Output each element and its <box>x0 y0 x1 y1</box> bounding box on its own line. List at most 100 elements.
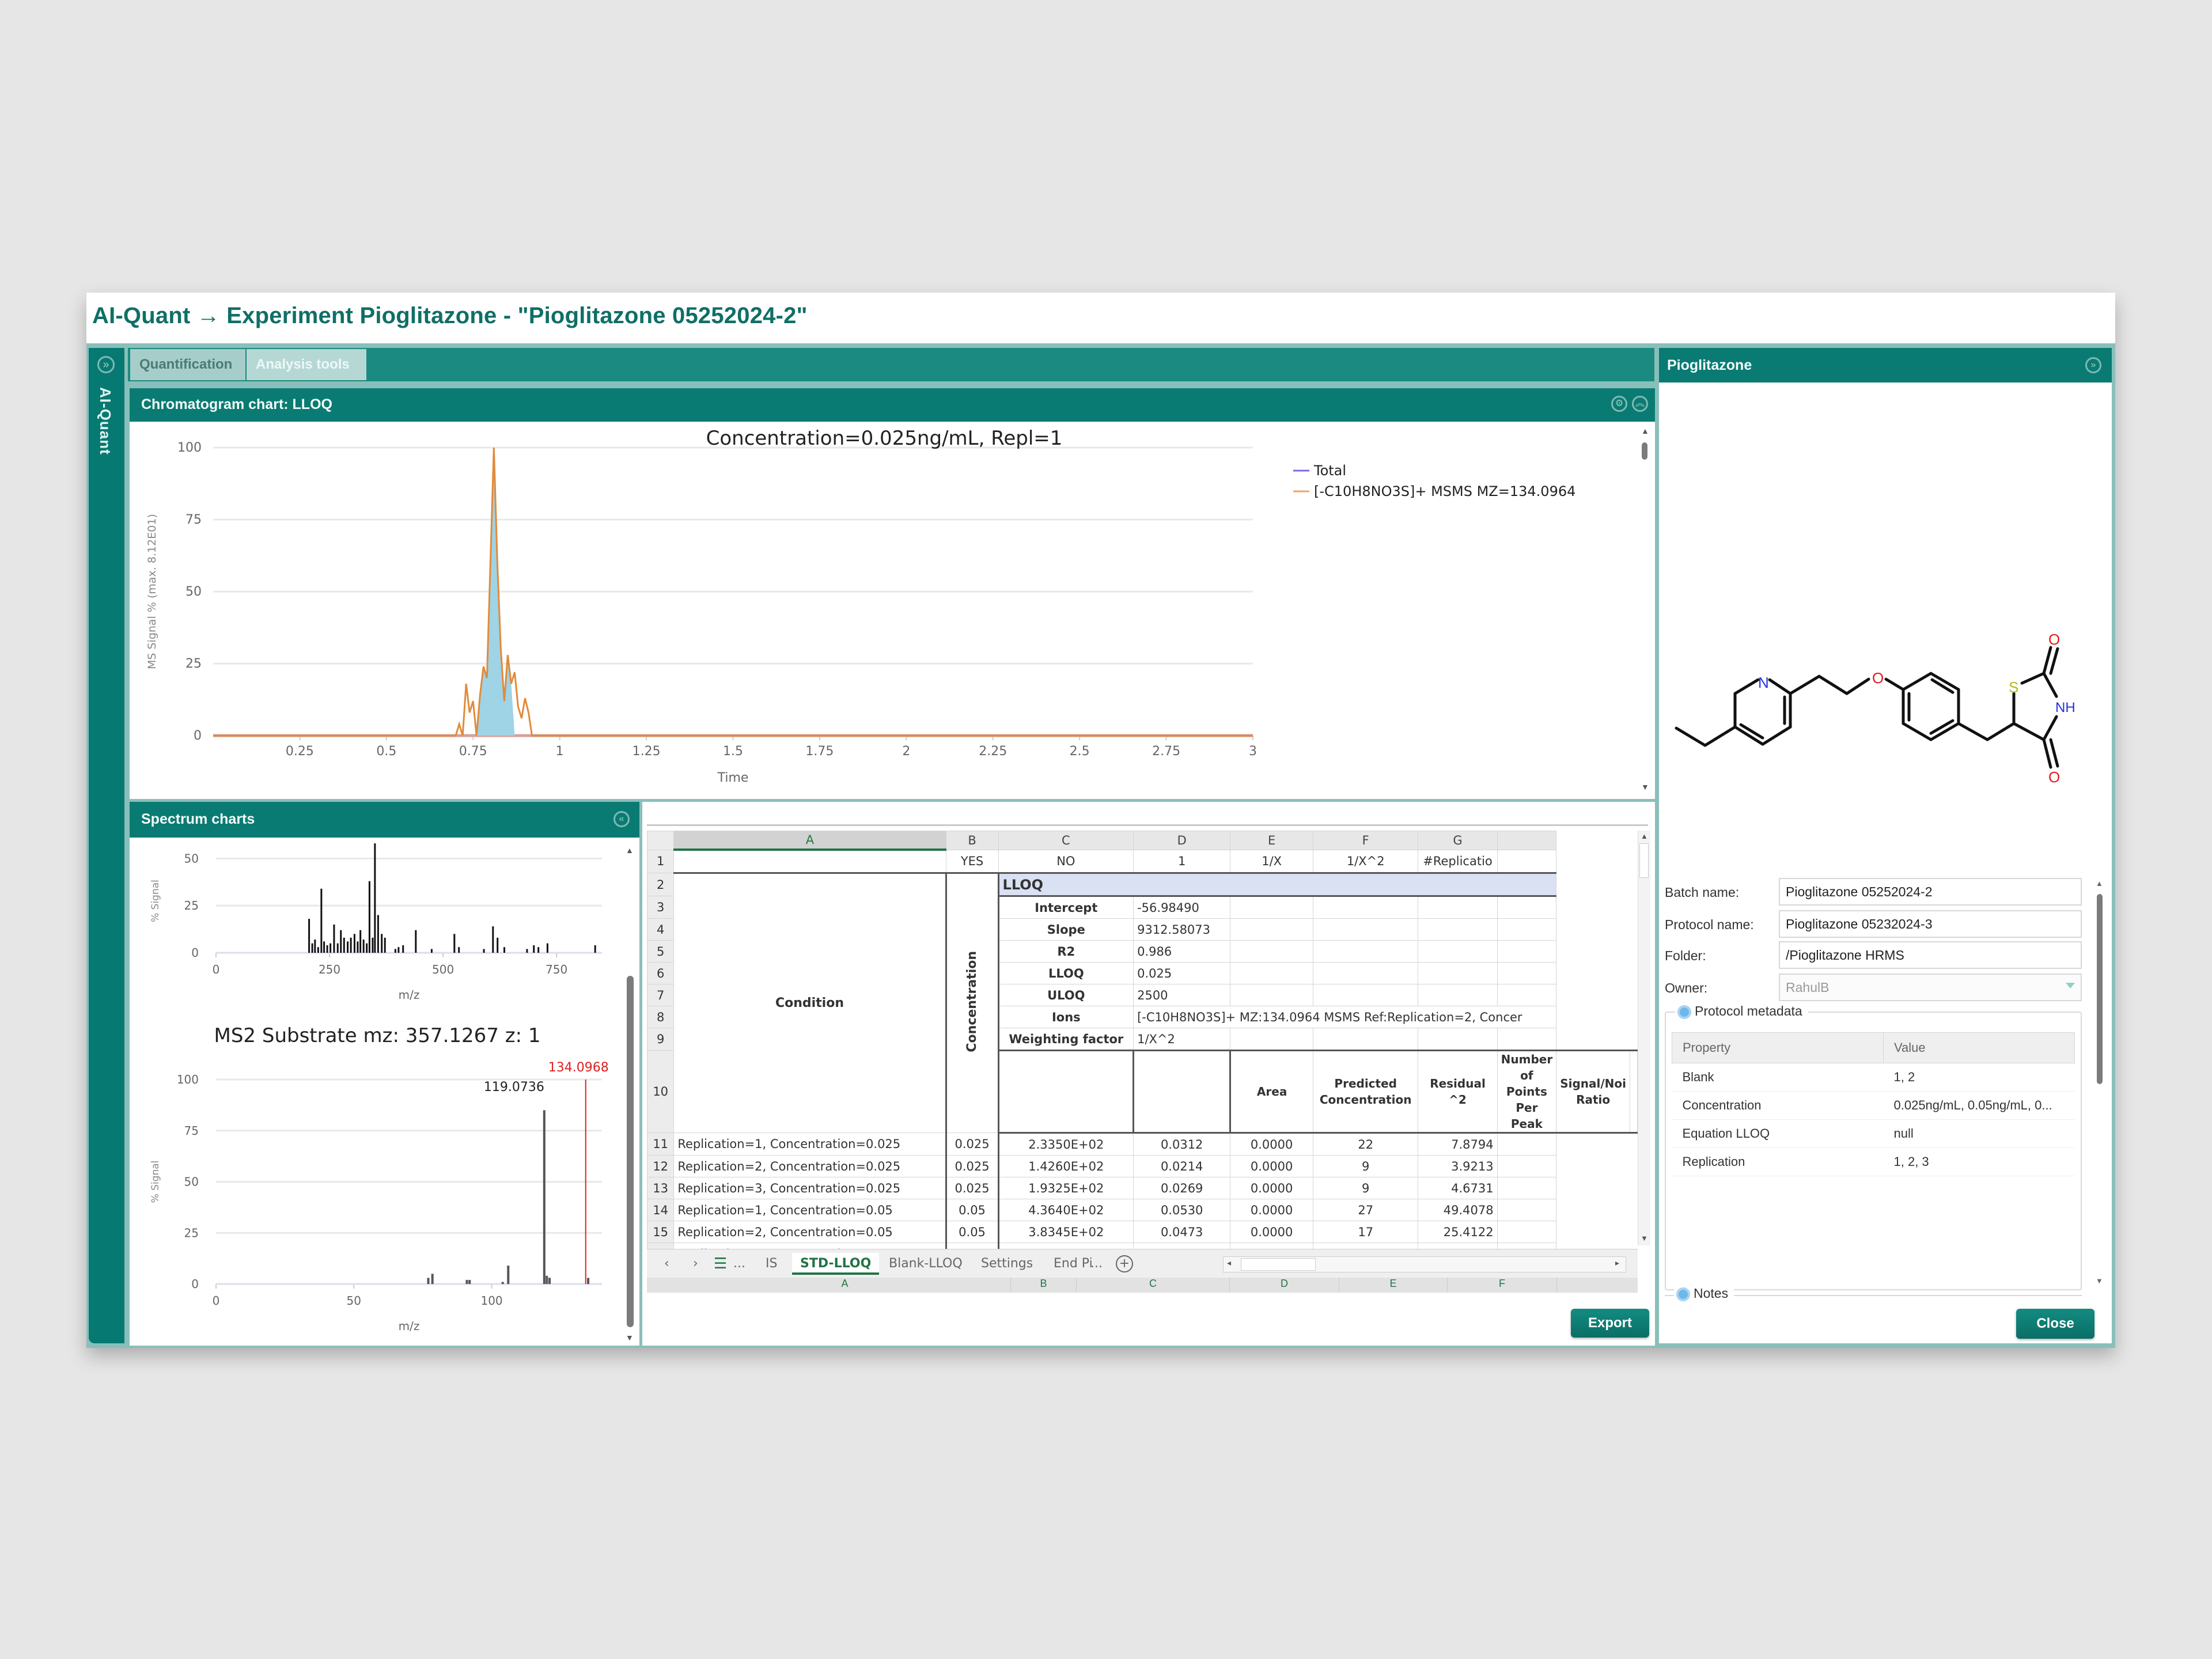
param-name-cell[interactable]: Slope <box>998 918 1134 941</box>
cell[interactable]: 1 <box>1133 849 1231 874</box>
condition-cell[interactable]: Replication=3, Concentration=0.025 <box>673 1177 947 1199</box>
metadata-col-property[interactable]: Property <box>1672 1032 1884 1063</box>
cell[interactable] <box>1418 962 1498 984</box>
export-button[interactable]: Export <box>1571 1309 1649 1338</box>
table-header-predicted[interactable]: Predicted Concentration <box>1312 1050 1419 1134</box>
points-cell[interactable]: 9 <box>1312 1155 1419 1177</box>
sidebar-label[interactable]: AI-Quant <box>93 387 120 502</box>
row-header[interactable]: 15 <box>646 1221 675 1243</box>
concentration-cell[interactable]: 0.05 <box>945 1221 999 1243</box>
param-value-cell[interactable]: [-C10H8NO3S]+ MZ:134.0964 MSMS Ref:Repli… <box>1133 1006 1557 1028</box>
cell[interactable]: 1/X^2 <box>1312 849 1419 874</box>
chevron-down-icon[interactable] <box>2066 983 2075 988</box>
cell[interactable] <box>1312 962 1419 984</box>
cell[interactable] <box>1630 1050 1638 1134</box>
folder-field[interactable]: /Pioglitazone HRMS <box>1779 941 2082 969</box>
concentration-cell[interactable]: 0.025 <box>945 1155 999 1177</box>
area-cell[interactable]: 2.3350E+02 <box>998 1132 1134 1156</box>
sheet-tab-is[interactable]: IS <box>766 1253 777 1275</box>
cell[interactable] <box>1312 984 1419 1006</box>
notes-toggle[interactable]: Notes <box>1674 1286 1734 1301</box>
residual-cell[interactable]: 0.0000 <box>1230 1155 1313 1177</box>
predicted-cell[interactable]: 0.0214 <box>1133 1155 1231 1177</box>
residual-cell[interactable]: 0.0000 <box>1230 1177 1313 1199</box>
gear-icon[interactable]: ⚙ <box>1611 396 1627 412</box>
metadata-row[interactable]: Equation LLOQ null <box>1672 1119 2075 1148</box>
sn-cell[interactable]: 49.4078 <box>1418 1199 1498 1221</box>
cell[interactable] <box>1312 940 1419 963</box>
sn-cell[interactable]: 4.6731 <box>1418 1177 1498 1199</box>
cell[interactable]: 1/X <box>1230 849 1313 874</box>
column-header[interactable]: G <box>1418 831 1498 850</box>
points-cell[interactable]: 17 <box>1312 1221 1419 1243</box>
spreadsheet-grid[interactable]: A B C D E F G 1 YES NO 1 1/X 1/X^2 #Replicatio 2 Condit… <box>646 831 1638 1287</box>
close-button[interactable]: Close <box>2016 1309 2094 1339</box>
cell[interactable] <box>1230 896 1313 919</box>
cell[interactable] <box>673 849 946 874</box>
protocol-metadata-toggle[interactable]: Protocol metadata <box>1675 1003 1808 1019</box>
sheet-list-icon[interactable]: ☰ <box>714 1253 727 1275</box>
lloq-section-header[interactable]: LLOQ <box>998 873 1557 897</box>
param-value-cell[interactable]: 1/X^2 <box>1133 1028 1231 1051</box>
param-name-cell[interactable]: R2 <box>998 940 1134 963</box>
residual-cell[interactable]: 0.0000 <box>1230 1221 1313 1243</box>
param-value-cell[interactable]: 9312.58073 <box>1133 918 1231 941</box>
protocol-name-field[interactable]: Pioglitazone 05232024-3 <box>1779 910 2082 938</box>
predicted-cell[interactable]: 0.0269 <box>1133 1177 1231 1199</box>
row-header[interactable]: 4 <box>646 918 675 941</box>
cell[interactable] <box>1133 1050 1232 1134</box>
param-name-cell[interactable]: Ions <box>998 1006 1134 1028</box>
cell[interactable] <box>1230 940 1313 963</box>
scroll-thumb[interactable] <box>627 976 634 1327</box>
concentration-cell[interactable]: 0.05 <box>945 1199 999 1221</box>
cell[interactable] <box>1418 1028 1498 1051</box>
sheet-vscroll[interactable]: ▲ ▼ <box>1638 831 1650 1245</box>
cell[interactable] <box>1418 918 1498 941</box>
scroll-left-icon[interactable]: ◂ <box>1227 1258 1231 1268</box>
points-cell[interactable]: 22 <box>1312 1132 1419 1156</box>
param-name-cell[interactable]: Intercept <box>998 896 1134 919</box>
table-header-residual[interactable]: Residual ^2 <box>1418 1050 1498 1134</box>
scroll-up-icon[interactable]: ▲ <box>1641 832 1648 840</box>
table-header-sn[interactable]: Signal/Noi Ratio <box>1556 1050 1630 1134</box>
cell[interactable] <box>1418 940 1498 963</box>
cell[interactable]: #Replicatio <box>1418 849 1498 874</box>
cell[interactable] <box>1230 918 1313 941</box>
cell[interactable] <box>1230 1028 1313 1051</box>
area-cell[interactable]: 1.9325E+02 <box>998 1177 1134 1199</box>
row-header[interactable]: 13 <box>646 1177 675 1199</box>
cell[interactable] <box>1418 896 1498 919</box>
residual-cell[interactable]: 0.0000 <box>1230 1199 1313 1221</box>
scroll-up-icon[interactable]: ▲ <box>626 846 634 855</box>
sheet-overflow-left[interactable]: ... <box>733 1253 745 1275</box>
cell[interactable] <box>1497 984 1557 1006</box>
collapse-left-icon[interactable]: « <box>613 811 630 827</box>
cell[interactable] <box>1497 1199 1557 1221</box>
scroll-down-icon[interactable]: ▼ <box>2096 1277 2103 1285</box>
table-header-area[interactable]: Area <box>1230 1050 1313 1134</box>
frozen-column-label[interactable]: B <box>1011 1278 1077 1293</box>
scroll-thumb[interactable] <box>1639 843 1649 878</box>
cell[interactable] <box>1312 918 1419 941</box>
points-cell[interactable]: 27 <box>1312 1199 1419 1221</box>
row-header[interactable]: 8 <box>646 1006 675 1028</box>
sn-cell[interactable]: 25.4122 <box>1418 1221 1498 1243</box>
metadata-row[interactable]: Replication 1, 2, 3 <box>1672 1147 2075 1176</box>
column-header[interactable]: B <box>945 831 999 850</box>
spectrum-scrollbar[interactable]: ▲ ▼ <box>624 838 635 1346</box>
row-header[interactable]: 12 <box>646 1155 675 1177</box>
owner-select[interactable]: RahulB <box>1779 974 2082 1001</box>
condition-cell[interactable]: Replication=2, Concentration=0.025 <box>673 1155 947 1177</box>
column-header[interactable]: A <box>673 831 946 851</box>
sheet-tab-settings[interactable]: Settings <box>981 1253 1033 1275</box>
cell[interactable] <box>1418 984 1498 1006</box>
predicted-cell[interactable]: 0.0530 <box>1133 1199 1231 1221</box>
cell[interactable] <box>1497 940 1557 963</box>
condition-cell[interactable]: Replication=1, Concentration=0.025 <box>673 1132 947 1156</box>
row-header[interactable]: 9 <box>646 1028 675 1051</box>
param-value-cell[interactable]: -56.98490 <box>1133 896 1231 919</box>
sheet-tab-end-pi[interactable]: End Pi <box>1054 1253 1093 1275</box>
row-header[interactable]: 10 <box>646 1050 675 1133</box>
cell[interactable] <box>1230 984 1313 1006</box>
next-sheet-icon[interactable]: › <box>693 1253 698 1275</box>
